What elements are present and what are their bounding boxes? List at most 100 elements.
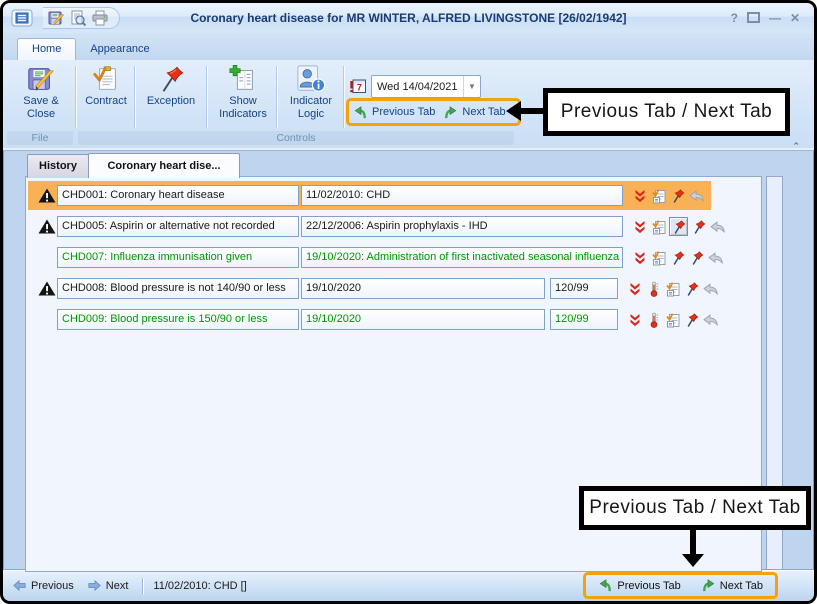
window-title: Coronary heart disease for MR WINTER, AL… — [123, 11, 694, 25]
tab-appearance[interactable]: Appearance — [76, 39, 163, 60]
previous-tab-label: Previous Tab — [372, 106, 435, 118]
thermometer-icon[interactable] — [645, 311, 662, 328]
statusbar-info: 11/02/2010: CHD [] — [153, 580, 246, 592]
app-menu-button[interactable] — [9, 7, 35, 29]
save-icon[interactable] — [47, 9, 65, 27]
arrow-right-icon — [88, 580, 101, 591]
contract-icon[interactable] — [664, 280, 681, 297]
callout-top-arrow — [520, 108, 544, 114]
collapse-ribbon-icon[interactable]: ⌃ — [792, 141, 800, 152]
undo-icon[interactable] — [702, 280, 719, 297]
indicator-logic-button[interactable]: Indicator Logic — [280, 63, 342, 121]
button-separator — [276, 66, 277, 128]
indicator-code-field[interactable]: CHD007: Influenza immunisation given — [57, 247, 299, 268]
show-indicators-label: Show Indicators — [211, 95, 275, 121]
exception-icon — [156, 63, 186, 95]
callout-bottom: Previous Tab / Next Tab — [579, 486, 811, 530]
row-actions — [626, 311, 719, 328]
warning-icon — [38, 188, 56, 203]
contract-icon[interactable] — [664, 311, 681, 328]
exception-flag-icon[interactable] — [669, 187, 686, 204]
expand-icon[interactable] — [626, 280, 643, 297]
ribbon-tabstrip: Home Appearance — [3, 33, 814, 60]
indicator-rows: CHD001: Coronary heart disease 11/02/201… — [26, 177, 761, 331]
contract-icon[interactable] — [650, 249, 667, 266]
quick-access-toolbar — [43, 7, 120, 29]
tab-home[interactable]: Home — [17, 38, 76, 60]
warning-icon — [38, 281, 56, 296]
expand-icon[interactable] — [626, 311, 643, 328]
save-close-button[interactable]: Save & Close — [11, 63, 71, 121]
undo-icon[interactable] — [709, 218, 726, 235]
next-record-button[interactable]: Next — [88, 580, 129, 592]
exception-flag-icon[interactable] — [688, 249, 705, 266]
callout-bottom-arrow — [690, 530, 696, 554]
window-controls: ? — ✕ — [731, 12, 814, 25]
svg-text:7: 7 — [357, 82, 362, 92]
indicator-code-field[interactable]: CHD001: Coronary heart disease — [57, 185, 299, 206]
indicator-code-field[interactable]: CHD005: Aspirin or alternative not recor… — [57, 216, 299, 237]
previous-record-label: Previous — [31, 580, 74, 592]
help-icon[interactable]: ? — [731, 12, 738, 24]
app-window: Coronary heart disease for MR WINTER, AL… — [0, 0, 817, 604]
next-tab-button[interactable]: Next Tab — [443, 105, 505, 120]
indicator-row[interactable]: CHD007: Influenza immunisation given 19/… — [38, 246, 724, 269]
indicator-detail-field[interactable]: 19/10/2020: Administration of first inac… — [301, 247, 623, 268]
print-icon[interactable] — [91, 9, 109, 27]
indicator-detail-field[interactable]: 11/02/2010: CHD — [301, 185, 623, 206]
indicator-row[interactable]: CHD008: Blood pressure is not 140/90 or … — [38, 277, 719, 300]
indicator-value-field[interactable]: 120/99 — [550, 278, 618, 299]
undo-icon[interactable] — [702, 311, 719, 328]
save-close-label: Save & Close — [17, 95, 65, 121]
indicator-detail-field[interactable]: 19/10/2020 — [301, 309, 545, 330]
warning-icon — [38, 219, 56, 234]
minimize-icon[interactable]: — — [769, 12, 781, 24]
expand-icon[interactable] — [631, 249, 648, 266]
previous-tab-button[interactable]: Previous Tab — [353, 105, 435, 120]
contract-button[interactable]: Contract — [80, 63, 132, 108]
exception-flag-active-icon[interactable] — [669, 217, 688, 236]
indicator-value-field[interactable]: 120/99 — [550, 309, 618, 330]
indicator-row[interactable]: CHD001: Coronary heart disease 11/02/201… — [38, 184, 705, 207]
contract-icon[interactable] — [650, 218, 667, 235]
tab-history[interactable]: History — [27, 154, 89, 178]
group-separator — [75, 66, 76, 128]
indicator-detail-field[interactable]: 19/10/2020 — [301, 278, 545, 299]
previous-tab-button-statusbar[interactable]: Previous Tab — [598, 578, 680, 593]
titlebar: Coronary heart disease for MR WINTER, AL… — [3, 3, 814, 34]
curl-arrow-right-icon — [701, 578, 716, 593]
print-preview-icon[interactable] — [69, 9, 87, 27]
save-close-icon — [26, 63, 56, 95]
contract-icon[interactable] — [650, 187, 667, 204]
ribbon-tab-navigation: Previous Tab Next Tab — [346, 98, 521, 126]
maximize-icon[interactable] — [747, 12, 760, 25]
thermometer-icon[interactable] — [645, 280, 662, 297]
indicator-logic-label: Indicator Logic — [280, 95, 342, 121]
indicator-code-field[interactable]: CHD008: Blood pressure is not 140/90 or … — [57, 278, 299, 299]
tab-coronary-heart-disease[interactable]: Coronary heart dise... — [88, 153, 240, 178]
indicator-code-field[interactable]: CHD009: Blood pressure is 150/90 or less — [57, 309, 299, 330]
exception-button[interactable]: Exception — [139, 63, 203, 108]
show-indicators-button[interactable]: Show Indicators — [211, 63, 275, 121]
show-indicators-icon — [228, 63, 258, 95]
exception-flag-icon[interactable] — [683, 280, 700, 297]
date-picker[interactable]: Wed 14/04/2021 ▼ — [371, 75, 481, 98]
next-record-label: Next — [106, 580, 129, 592]
expand-icon[interactable] — [631, 218, 648, 235]
undo-icon[interactable] — [707, 249, 724, 266]
controls-group-caption: Controls — [78, 131, 514, 145]
arrow-left-icon — [13, 580, 26, 591]
next-tab-button-statusbar[interactable]: Next Tab — [701, 578, 763, 593]
indicator-row[interactable]: CHD005: Aspirin or alternative not recor… — [38, 215, 726, 238]
close-icon[interactable]: ✕ — [790, 12, 800, 24]
indicator-row[interactable]: CHD009: Blood pressure is 150/90 or less… — [38, 308, 719, 331]
exception-flag-icon[interactable] — [683, 311, 700, 328]
indicator-detail-field[interactable]: 22/12/2006: Aspirin prophylaxis - IHD — [301, 216, 623, 237]
exception-flag-icon[interactable] — [690, 218, 707, 235]
curl-arrow-right-icon — [443, 105, 458, 120]
chevron-down-icon[interactable]: ▼ — [463, 76, 480, 97]
exception-flag-icon[interactable] — [669, 249, 686, 266]
undo-icon[interactable] — [688, 187, 705, 204]
expand-icon[interactable] — [631, 187, 648, 204]
previous-record-button[interactable]: Previous — [13, 580, 74, 592]
